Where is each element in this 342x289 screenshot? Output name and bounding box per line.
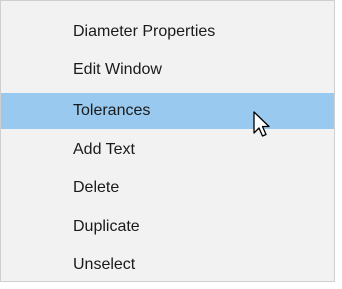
menu-item-delete[interactable]: Delete [1,170,334,206]
menu-item-add-text[interactable]: Add Text [1,132,334,168]
mouse-pointer-icon [253,111,270,137]
context-menu: Diameter Properties Edit Window Toleranc… [0,0,335,282]
menu-item-diameter-properties[interactable]: Diameter Properties [1,14,334,50]
menu-item-duplicate[interactable]: Duplicate [1,209,334,245]
menu-item-tolerances[interactable]: Tolerances [1,93,334,129]
menu-item-unselect[interactable]: Unselect [1,247,334,283]
menu-item-edit-window[interactable]: Edit Window [1,52,334,88]
